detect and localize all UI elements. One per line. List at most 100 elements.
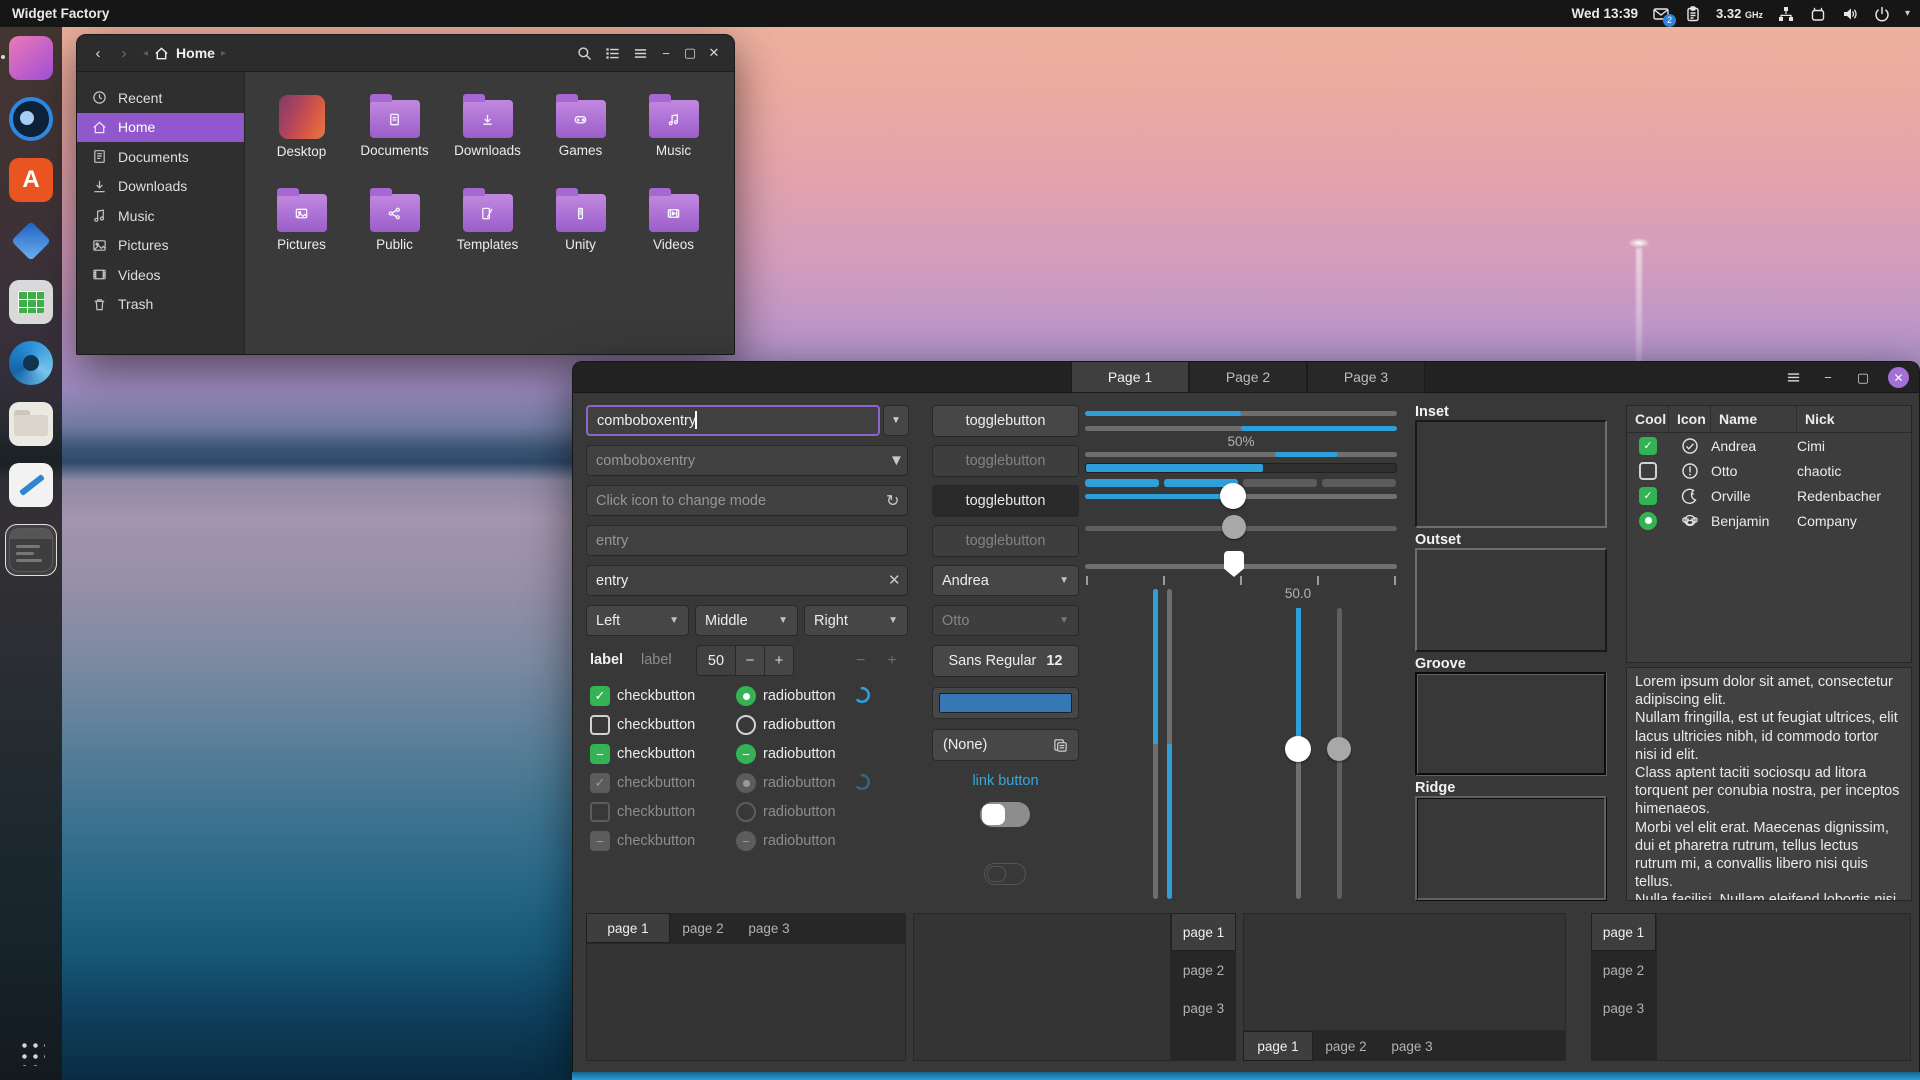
dock-browser-icon[interactable] xyxy=(9,97,53,141)
folder-item-desktop[interactable]: Desktop xyxy=(255,86,348,180)
file-chooser-button[interactable]: (None) xyxy=(932,729,1079,761)
sidebar-item-music[interactable]: Music xyxy=(77,201,244,231)
close-button[interactable]: ✕ xyxy=(702,41,726,65)
sidebar-item-trash[interactable]: Trash xyxy=(77,290,244,320)
radiobutton-checked[interactable]: radiobutton xyxy=(736,686,836,706)
notebook1-tab-page2[interactable]: page 2 xyxy=(670,913,736,943)
minimize-button[interactable]: − xyxy=(1818,368,1838,388)
sidebar-item-documents[interactable]: Documents xyxy=(77,142,244,172)
dock-widget-factory-active[interactable] xyxy=(5,524,57,576)
folder-item-music[interactable]: Music xyxy=(627,86,720,180)
textview[interactable]: Lorem ipsum dolor sit amet, consectetur … xyxy=(1626,667,1912,901)
checkbutton-mixed[interactable]: −checkbutton xyxy=(590,744,695,764)
checkbutton-checked[interactable]: ✓checkbutton xyxy=(590,686,695,706)
chevron-down-icon[interactable]: ▼ xyxy=(889,452,904,469)
checkbutton-unchecked[interactable]: checkbutton xyxy=(590,715,695,735)
maximize-button[interactable]: ▢ xyxy=(678,41,702,65)
notebook3-tab-page2[interactable]: page 2 xyxy=(1313,1031,1379,1061)
radiobutton-mixed[interactable]: −radiobutton xyxy=(736,744,836,764)
color-button[interactable] xyxy=(932,687,1079,719)
cool-checkbox-checked[interactable]: ✓ xyxy=(1639,487,1657,505)
tab-page-1[interactable]: Page 1 xyxy=(1071,362,1189,393)
column-header-name[interactable]: Name xyxy=(1711,406,1797,432)
notebook2-tab-page3[interactable]: page 3 xyxy=(1171,989,1236,1027)
notebook3-tab-page1[interactable]: page 1 xyxy=(1243,1031,1313,1061)
table-row[interactable]: Benjamin Company xyxy=(1627,508,1911,533)
close-button[interactable]: ✕ xyxy=(1888,367,1909,388)
show-applications-icon[interactable] xyxy=(17,1038,45,1066)
folder-item-videos[interactable]: Videos xyxy=(627,180,720,274)
table-row[interactable]: ✓ Andrea Cimi xyxy=(1627,433,1911,458)
search-icon[interactable] xyxy=(570,40,598,66)
cool-checkbox-checked[interactable]: ✓ xyxy=(1639,437,1657,455)
notebook4-tab-page1[interactable]: page 1 xyxy=(1591,913,1656,951)
align-combo-left[interactable]: Left▼ xyxy=(586,605,689,636)
network-icon[interactable] xyxy=(1777,5,1795,23)
column-header-icon[interactable]: Icon xyxy=(1669,406,1711,432)
back-button[interactable]: ‹ xyxy=(85,40,111,66)
spin-increment-button[interactable]: + xyxy=(764,646,793,675)
forward-button[interactable]: › xyxy=(111,40,137,66)
togglebutton-normal[interactable]: togglebutton xyxy=(932,405,1079,437)
sidebar-item-videos[interactable]: Videos xyxy=(77,260,244,290)
align-combo-middle[interactable]: Middle▼ xyxy=(695,605,798,636)
volume-icon[interactable] xyxy=(1841,5,1859,23)
list-view-icon[interactable] xyxy=(598,40,626,66)
folder-item-unity[interactable]: Unity xyxy=(534,180,627,274)
notebook1-tab-page1[interactable]: page 1 xyxy=(586,913,670,943)
dock-folder-app-icon[interactable] xyxy=(9,402,53,446)
scale-handle[interactable] xyxy=(1220,483,1246,509)
sidebar-item-home[interactable]: Home xyxy=(77,113,244,143)
mode-entry[interactable] xyxy=(586,485,908,516)
sidebar-item-pictures[interactable]: Pictures xyxy=(77,231,244,261)
dock-text-editor-icon[interactable] xyxy=(9,463,53,507)
mail-indicator-icon[interactable]: 2 xyxy=(1652,5,1670,23)
togglebutton-active[interactable]: togglebutton xyxy=(932,485,1079,517)
name-combobox[interactable]: Andrea▼ xyxy=(932,565,1079,596)
sidebar-item-recent[interactable]: Recent xyxy=(77,83,244,113)
scale-vertical-handle[interactable] xyxy=(1285,736,1311,762)
clock[interactable]: Wed 13:39 xyxy=(1572,6,1639,21)
dock-spreadsheet-icon[interactable] xyxy=(9,280,53,324)
dock-swirl-app-icon[interactable] xyxy=(9,341,53,385)
comboboxentry-dropdown-button[interactable]: ▼ xyxy=(883,405,909,436)
scale-mark-handle[interactable] xyxy=(1224,551,1244,577)
container-applet-icon[interactable] xyxy=(1809,5,1827,23)
comboboxentry-input-focused[interactable] xyxy=(586,405,880,436)
tab-page-3[interactable]: Page 3 xyxy=(1307,362,1425,393)
spin-value[interactable]: 50 xyxy=(697,646,735,675)
hamburger-menu-icon[interactable] xyxy=(626,40,654,66)
dock-boxes-icon[interactable] xyxy=(9,219,53,263)
table-row[interactable]: Otto chaotic xyxy=(1627,458,1911,483)
column-header-nick[interactable]: Nick xyxy=(1797,406,1909,432)
folder-item-documents[interactable]: Documents xyxy=(348,86,441,180)
entry-with-value[interactable] xyxy=(586,565,908,596)
notebook1-tab-page3[interactable]: page 3 xyxy=(736,913,802,943)
folder-item-templates[interactable]: Templates xyxy=(441,180,534,274)
radiobutton-unchecked[interactable]: radiobutton xyxy=(736,715,836,735)
dock-software-store-icon[interactable]: A xyxy=(9,158,53,202)
notebook2-tab-page2[interactable]: page 2 xyxy=(1171,951,1236,989)
link-button[interactable]: link button xyxy=(972,773,1038,789)
align-combo-right[interactable]: Right▼ xyxy=(804,605,908,636)
entry-placeholder[interactable] xyxy=(586,525,908,556)
notebook3-tab-page3[interactable]: page 3 xyxy=(1379,1031,1445,1061)
notebook2-tab-page1[interactable]: page 1 xyxy=(1171,913,1236,951)
notebook4-tab-page2[interactable]: page 2 xyxy=(1591,951,1656,989)
system-menu-caret-icon[interactable]: ▾ xyxy=(1905,8,1910,19)
spin-decrement-button[interactable]: − xyxy=(735,646,764,675)
dock-files-icon[interactable] xyxy=(9,36,53,80)
breadcrumb[interactable]: Home xyxy=(154,45,215,61)
folder-item-games[interactable]: Games xyxy=(534,86,627,180)
cool-radio-checked[interactable] xyxy=(1639,512,1657,530)
maximize-button[interactable]: ▢ xyxy=(1853,368,1873,388)
cool-checkbox-unchecked[interactable] xyxy=(1639,462,1657,480)
notebook4-tab-page3[interactable]: page 3 xyxy=(1591,989,1656,1027)
folder-item-downloads[interactable]: Downloads xyxy=(441,86,534,180)
power-icon[interactable] xyxy=(1873,5,1891,23)
cpu-frequency-indicator[interactable]: 3.32 GHz xyxy=(1716,6,1763,21)
folder-item-pictures[interactable]: Pictures xyxy=(255,180,348,274)
clear-entry-icon[interactable]: ✕ xyxy=(888,571,901,589)
hamburger-menu-icon[interactable] xyxy=(1783,368,1803,388)
sidebar-item-downloads[interactable]: Downloads xyxy=(77,172,244,202)
